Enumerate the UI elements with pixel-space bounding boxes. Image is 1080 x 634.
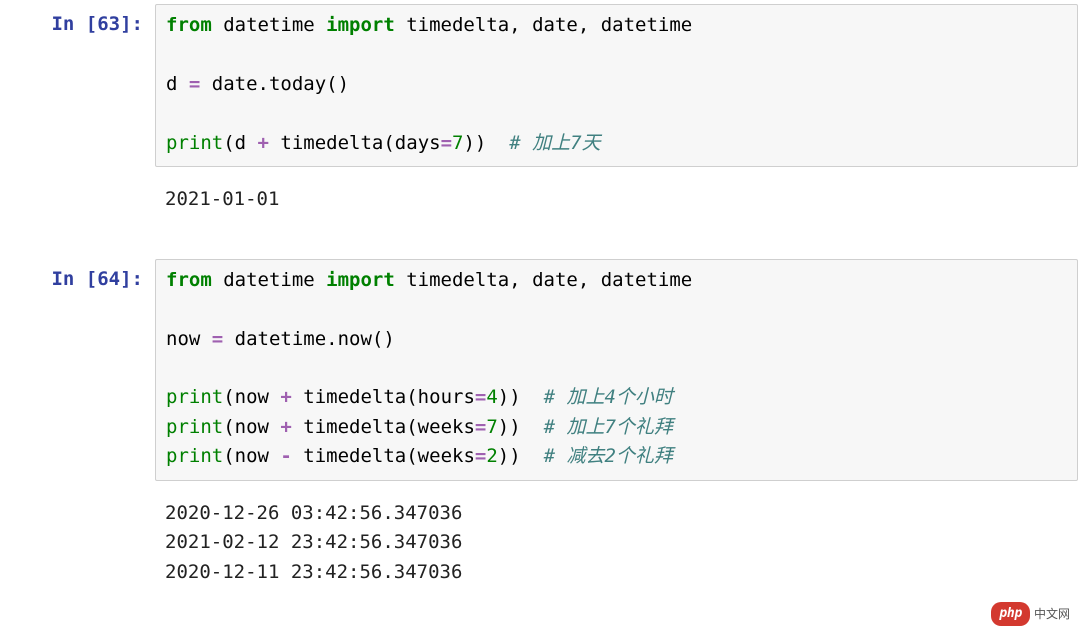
code-output-area: 2021-01-01 (155, 181, 1080, 214)
output-text: 2020-12-26 03:42:56.347036 2021-02-12 23… (165, 499, 1070, 587)
code-input-area[interactable]: from datetime import timedelta, date, da… (155, 4, 1078, 167)
prompt-label: In [63]: (51, 13, 143, 35)
output-text: 2021-01-01 (165, 185, 1070, 214)
code-cell-63: In [63]: from datetime import timedelta,… (0, 4, 1080, 167)
input-prompt: In [63]: (0, 4, 155, 39)
watermark-badge: php 中文网 (991, 602, 1070, 626)
code-block[interactable]: from datetime import timedelta, date, da… (166, 266, 1067, 472)
watermark-text: 中文网 (1034, 605, 1070, 624)
output-cell-63: 2021-01-01 (0, 181, 1080, 214)
output-prompt-spacer (0, 181, 155, 187)
code-cell-64: In [64]: from datetime import timedelta,… (0, 259, 1080, 481)
watermark-pill: php (991, 602, 1030, 626)
prompt-label: In [64]: (51, 268, 143, 290)
code-block[interactable]: from datetime import timedelta, date, da… (166, 11, 1067, 158)
code-output-area: 2020-12-26 03:42:56.347036 2021-02-12 23… (155, 495, 1080, 587)
input-prompt: In [64]: (0, 259, 155, 294)
output-prompt-spacer (0, 495, 155, 501)
output-cell-64: 2020-12-26 03:42:56.347036 2021-02-12 23… (0, 495, 1080, 587)
code-input-area[interactable]: from datetime import timedelta, date, da… (155, 259, 1078, 481)
